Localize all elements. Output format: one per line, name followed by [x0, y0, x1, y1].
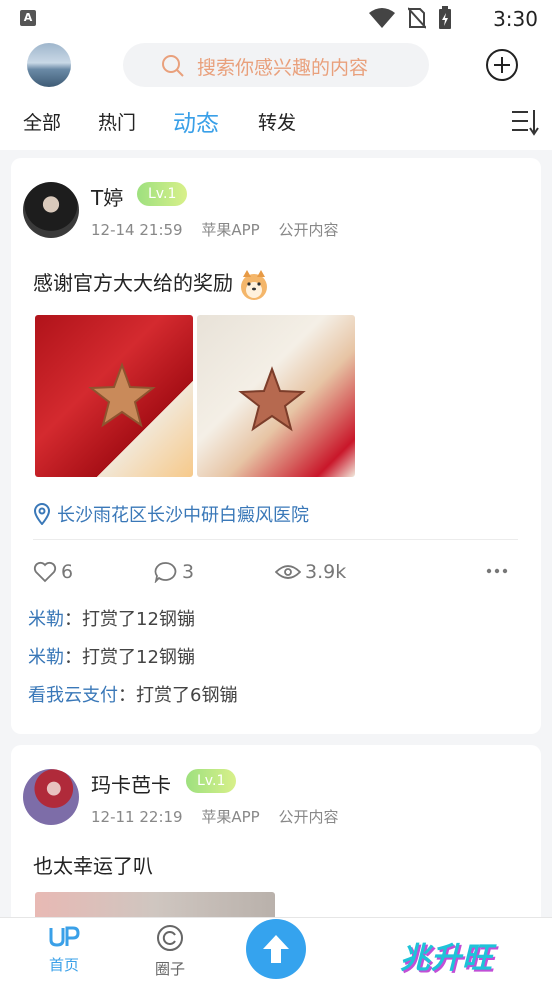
post-username[interactable]: T婷 — [91, 182, 123, 211]
heart-icon — [33, 561, 57, 583]
star-trophy-image — [238, 366, 306, 432]
top-bar: 搜索你感兴趣的内容 — [0, 38, 552, 92]
post-meta: 12-14 21:59 苹果APP 公开内容 — [91, 219, 353, 240]
view-count: 3.9k — [305, 561, 347, 583]
post-photo[interactable] — [35, 315, 193, 477]
reward-line: 米勒：打赏了12钢镚 — [28, 647, 195, 668]
sort-menu-icon[interactable] — [510, 108, 540, 136]
search-icon — [162, 55, 184, 77]
more-options-icon[interactable] — [486, 568, 508, 574]
post-time: 12-14 21:59 — [91, 221, 183, 239]
level-badge: Lv.1 — [137, 182, 188, 206]
feed-tabs: 全部 热门 动态 转发 — [0, 92, 552, 150]
search-placeholder: 搜索你感兴趣的内容 — [197, 57, 369, 79]
reward-user[interactable]: 看我云支付 — [28, 685, 118, 706]
views-stat: 3.9k — [275, 561, 346, 583]
nav-circle-label: 圈子 — [154, 960, 185, 978]
status-bar: A 3:30 — [0, 0, 552, 38]
divider — [33, 539, 518, 540]
reward-user[interactable]: 米勒 — [28, 609, 64, 630]
battery-icon — [439, 6, 451, 29]
nav-home-label: 首页 — [48, 956, 79, 974]
star-trophy-image — [88, 362, 156, 428]
nav-circle[interactable]: 圈子 — [140, 924, 200, 979]
tab-all[interactable]: 全部 — [23, 108, 61, 135]
home-logo-icon — [49, 926, 80, 947]
publish-button[interactable] — [246, 919, 306, 979]
reward-user[interactable]: 米勒 — [28, 647, 64, 668]
shiba-emoji-icon — [241, 269, 267, 300]
circle-icon — [157, 925, 183, 951]
post-meta: 12-11 22:19 苹果APP 公开内容 — [91, 806, 353, 827]
location-pin-icon — [33, 503, 51, 525]
search-bar[interactable]: 搜索你感兴趣的内容 — [123, 43, 429, 87]
tab-repost[interactable]: 转发 — [258, 108, 296, 135]
post-visibility: 公开内容 — [278, 808, 339, 826]
post-username[interactable]: 玛卡芭卡 — [91, 769, 171, 798]
nav-home[interactable]: 首页 — [34, 924, 94, 975]
reward-line: 米勒：打赏了12钢镚 — [28, 609, 195, 630]
user-avatar[interactable] — [23, 182, 79, 238]
arrow-up-icon — [263, 935, 289, 963]
post-time: 12-11 22:19 — [91, 808, 183, 826]
add-post-button[interactable] — [485, 48, 519, 82]
like-count: 6 — [61, 561, 74, 583]
my-avatar[interactable] — [27, 43, 71, 87]
post-source: 苹果APP — [201, 808, 260, 826]
post-card[interactable]: T婷 Lv.1 12-14 21:59 苹果APP 公开内容 感谢官方大大给的奖… — [11, 158, 541, 734]
post-photo[interactable] — [197, 315, 355, 477]
comment-icon — [154, 562, 177, 583]
tab-hot[interactable]: 热门 — [98, 108, 136, 135]
tab-dynamic[interactable]: 动态 — [173, 104, 219, 138]
notification-app-icon: A — [20, 10, 36, 26]
no-sim-icon — [408, 7, 426, 29]
level-badge: Lv.1 — [186, 769, 237, 793]
post-visibility: 公开内容 — [278, 221, 339, 239]
eye-icon — [275, 565, 301, 579]
post-location[interactable]: 长沙雨花区长沙中研白癜风医院 — [33, 501, 309, 527]
status-time: 3:30 — [493, 7, 538, 31]
watermark-logo: 兆升旺 — [400, 941, 493, 976]
post-source: 苹果APP — [201, 221, 260, 239]
comment-count: 3 — [182, 561, 195, 583]
like-button[interactable]: 6 — [33, 561, 73, 583]
wifi-icon — [369, 8, 395, 28]
post-text: 也太幸运了叭 — [33, 854, 153, 878]
user-avatar[interactable] — [23, 769, 79, 825]
reward-line: 看我云支付：打赏了6钢镚 — [28, 685, 238, 706]
post-text: 感谢官方大大给的奖励 — [33, 267, 271, 302]
comment-button[interactable]: 3 — [154, 561, 194, 583]
